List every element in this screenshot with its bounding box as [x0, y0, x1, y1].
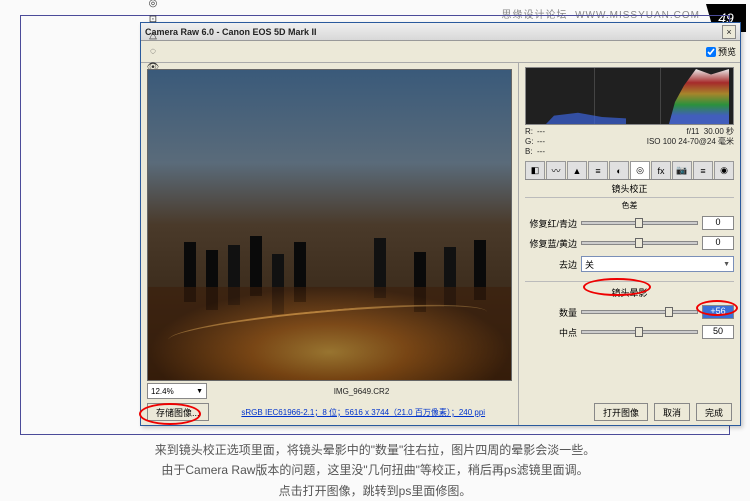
done-button[interactable]: 完成 — [696, 403, 732, 421]
open-image-button[interactable]: 打开图像 — [594, 403, 648, 421]
amount-value[interactable]: +56 — [702, 305, 734, 319]
straighten-icon[interactable]: △ — [145, 28, 161, 44]
tab-snapshot-icon[interactable]: ◉ — [714, 161, 734, 179]
spot-icon[interactable]: ◌ — [145, 44, 161, 60]
preview-checkbox[interactable] — [706, 47, 716, 57]
cancel-button[interactable]: 取消 — [654, 403, 690, 421]
exif-readout: R:--- f/11 30.00 秒 G:--- ISO 100 24-70@2… — [525, 125, 734, 159]
tab-split-icon[interactable]: ◐ — [609, 161, 629, 179]
red-cyan-value[interactable]: 0 — [702, 216, 734, 230]
crop-icon[interactable]: ⊡ — [145, 12, 161, 28]
caption-text: 来到镜头校正选项里面，将镜头晕影中的"数量"往右拉，图片四周的晕影会淡一些。 由… — [0, 440, 750, 501]
defringe-select[interactable]: 关 — [581, 256, 734, 272]
tab-basic-icon[interactable]: ◧ — [525, 161, 545, 179]
tab-detail-icon[interactable]: ▲ — [567, 161, 587, 179]
amount-label: 数量 — [525, 306, 577, 319]
midpoint-label: 中点 — [525, 326, 577, 339]
side-panel: R:--- f/11 30.00 秒 G:--- ISO 100 24-70@2… — [518, 63, 740, 425]
sampler-icon[interactable]: ◎ — [145, 0, 161, 12]
tab-lens-icon[interactable]: ◎ — [630, 161, 650, 179]
toolbar: 🔍✋✎◎⊡△◌👁≡◧↶↷⚙ 预览 — [141, 41, 740, 63]
blue-yellow-label: 修复蓝/黄边 — [525, 237, 577, 250]
tab-hsl-icon[interactable]: ≡ — [588, 161, 608, 179]
dialog-buttons: 打开图像 取消 完成 — [525, 399, 734, 421]
save-image-button[interactable]: 存储图像... — [147, 403, 209, 421]
blue-yellow-value[interactable]: 0 — [702, 236, 734, 250]
chroma-header: 色差 — [525, 198, 734, 213]
filename-label: IMG_9649.CR2 — [211, 387, 512, 396]
panel-title: 镜头校正 — [525, 180, 734, 198]
close-button[interactable]: × — [722, 25, 736, 39]
tab-fx-icon[interactable]: fx — [651, 161, 671, 179]
metadata-link[interactable]: sRGB IEC61966-2.1；8 位；5616 x 3744（21.0 百… — [215, 407, 512, 418]
midpoint-slider[interactable] — [581, 330, 698, 334]
blue-yellow-slider[interactable] — [581, 241, 698, 245]
window-title: Camera Raw 6.0 - Canon EOS 5D Mark II — [145, 27, 722, 37]
preview-toggle: 预览 — [706, 45, 736, 58]
image-pane: 12.4% IMG_9649.CR2 存储图像... sRGB IEC61966… — [141, 63, 518, 425]
image-preview[interactable] — [147, 69, 512, 381]
amount-slider[interactable] — [581, 310, 698, 314]
vignette-header: 镜头晕影 — [525, 286, 734, 299]
tab-cal-icon[interactable]: 📷 — [672, 161, 692, 179]
tab-strip: ◧〰▲≡◐◎fx📷≡◉ — [525, 161, 734, 180]
tab-preset-icon[interactable]: ≡ — [693, 161, 713, 179]
midpoint-value[interactable]: 50 — [702, 325, 734, 339]
red-cyan-label: 修复红/青边 — [525, 217, 577, 230]
outer-frame: Camera Raw 6.0 - Canon EOS 5D Mark II × … — [20, 15, 730, 435]
titlebar: Camera Raw 6.0 - Canon EOS 5D Mark II × — [141, 23, 740, 41]
red-cyan-slider[interactable] — [581, 221, 698, 225]
histogram — [525, 67, 734, 125]
defringe-label: 去边 — [525, 258, 577, 271]
tab-curve-icon[interactable]: 〰 — [546, 161, 566, 179]
camera-raw-dialog: Camera Raw 6.0 - Canon EOS 5D Mark II × … — [140, 22, 741, 426]
zoom-selector[interactable]: 12.4% — [147, 383, 207, 399]
